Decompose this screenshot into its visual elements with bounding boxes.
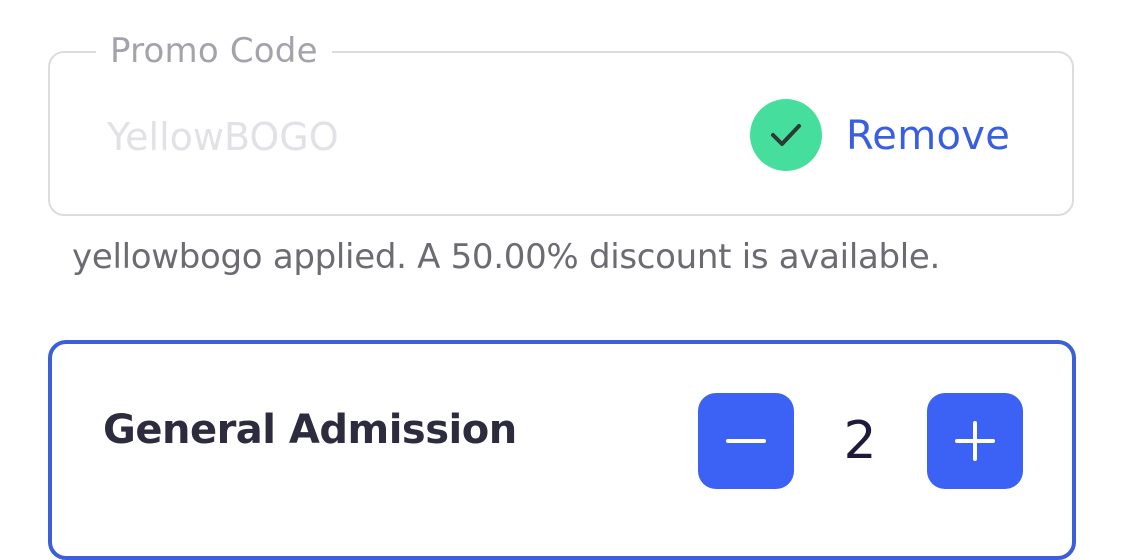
promo-code-input[interactable]	[107, 108, 667, 166]
promo-code-label: Promo Code	[96, 28, 332, 74]
plus-icon	[955, 421, 995, 461]
ticket-name: General Admission	[103, 407, 517, 453]
increase-quantity-button[interactable]	[927, 393, 1023, 489]
promo-applied-message: yellowbogo applied. A 50.00% discount is…	[72, 237, 941, 277]
quantity-value: 2	[843, 411, 877, 471]
remove-promo-button[interactable]: Remove	[846, 108, 1010, 164]
check-icon	[750, 99, 822, 171]
minus-icon	[726, 439, 766, 443]
decrease-quantity-button[interactable]	[698, 393, 794, 489]
